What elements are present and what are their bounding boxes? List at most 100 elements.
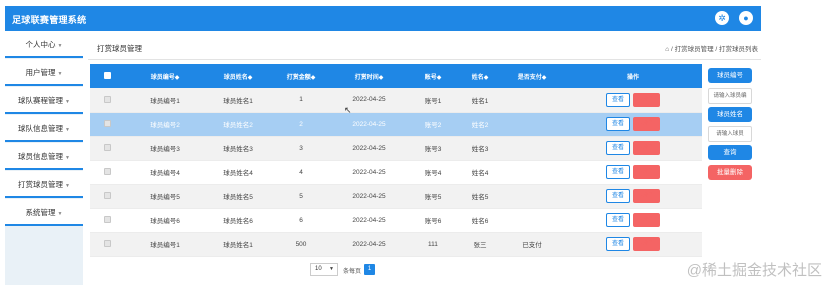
sidebar-item-team-schedule[interactable]: 球队赛程管理 ▼: [5, 87, 83, 114]
table-row[interactable]: 球员编号1 球员姓名1 500 2022-04-25 111 张三 已支付 查看…: [90, 232, 702, 257]
actions-cell: 查看 删除: [564, 208, 702, 233]
page-number-current[interactable]: 1: [364, 264, 375, 275]
cell: 球员编号1: [124, 88, 206, 113]
cell: 球员编号5: [124, 184, 206, 209]
row-checkbox[interactable]: [103, 240, 111, 248]
row-checkbox[interactable]: [103, 96, 111, 104]
delete-button[interactable]: 删除: [633, 141, 660, 155]
table-row[interactable]: 球员编号4 球员姓名4 4 2022-04-25 账号4 姓名4 查看 删除: [90, 160, 702, 185]
app-title: 足球联赛管理系统: [12, 15, 87, 25]
sidebar-item-player-info[interactable]: 球员信息管理 ▼: [5, 143, 83, 170]
cell: 张三: [460, 232, 500, 257]
column-header[interactable]: 打赏金额◆: [270, 64, 332, 88]
cell: 500: [270, 232, 332, 257]
page-header: 打赏球员管理 ⌂ / 打赏球员管理 / 打赏球员列表: [88, 35, 761, 59]
table-row[interactable]: 球员编号1 球员姓名1 1 2022-04-25 账号1 姓名1 查看 删除: [90, 88, 702, 113]
table-row[interactable]: 球员编号2 球员姓名2 2 2022-04-25 账号2 姓名2 查看 删除: [90, 112, 702, 137]
cell: 姓名5: [460, 184, 500, 209]
actions-cell: 查看 删除: [564, 88, 702, 113]
cell: 6: [270, 208, 332, 233]
row-select-cell: [90, 160, 124, 185]
page-size-value: 10: [315, 266, 322, 272]
view-button[interactable]: 查看: [606, 92, 630, 107]
column-header[interactable]: 打赏时间◆: [332, 64, 406, 88]
table-row[interactable]: 球员编号6 球员姓名6 6 2022-04-25 账号6 姓名6 查看 删除: [90, 208, 702, 233]
gear-icon[interactable]: ✲: [715, 11, 729, 25]
column-header[interactable]: 球员编号◆: [124, 64, 206, 88]
player-name-label: 球员姓名: [708, 107, 752, 122]
cell: 2022-04-25: [332, 208, 406, 233]
cell: 5: [270, 184, 332, 209]
row-checkbox[interactable]: [103, 144, 111, 152]
cell: 账号1: [406, 88, 460, 113]
cell: 球员编号2: [124, 112, 206, 137]
row-checkbox[interactable]: [103, 216, 111, 224]
delete-button[interactable]: 删除: [633, 92, 660, 107]
cell: 账号3: [406, 136, 460, 161]
view-button[interactable]: 查看: [606, 165, 630, 179]
delete-button[interactable]: 删除: [633, 117, 660, 131]
user-icon[interactable]: ●: [739, 11, 753, 25]
delete-button[interactable]: 删除: [633, 189, 660, 203]
view-button[interactable]: 查看: [606, 237, 630, 251]
cell: 球员姓名5: [206, 184, 270, 209]
cell: 2022-04-25: [332, 232, 406, 257]
cell: 账号5: [406, 184, 460, 209]
column-header[interactable]: 账号◆: [406, 64, 460, 88]
delete-button[interactable]: 删除: [633, 165, 660, 179]
cell: 姓名3: [460, 136, 500, 161]
view-button[interactable]: 查看: [606, 141, 630, 155]
row-checkbox[interactable]: [103, 120, 111, 128]
chevron-down-icon: ▼: [57, 43, 63, 49]
actions-cell: 查看 删除: [564, 136, 702, 161]
home-icon[interactable]: ⌂: [665, 46, 669, 53]
cell: 3: [270, 136, 332, 161]
table-header-row: 球员编号◆ 球员姓名◆ 打赏金额◆ 打赏时间◆ 账号◆ 姓名◆ 是否支付◆ 操作: [90, 64, 702, 88]
player-number-label: 球员编号: [708, 68, 752, 83]
sidebar-item-team-info[interactable]: 球队信息管理 ▼: [5, 115, 83, 142]
select-all-cell: [90, 64, 124, 88]
cell: 已支付: [500, 232, 564, 257]
cell: 2022-04-25: [332, 160, 406, 185]
cell: 111: [406, 232, 460, 257]
player-name-input[interactable]: 请输入球员: [708, 126, 752, 142]
row-checkbox[interactable]: [103, 168, 111, 176]
column-header[interactable]: 姓名◆: [460, 64, 500, 88]
chevron-down-icon: ▼: [65, 127, 70, 133]
cell: 1: [270, 88, 332, 113]
view-button[interactable]: 查看: [606, 117, 630, 131]
data-table: 球员编号◆ 球员姓名◆ 打赏金额◆ 打赏时间◆ 账号◆ 姓名◆ 是否支付◆ 操作…: [90, 64, 702, 258]
cell: 球员姓名1: [206, 88, 270, 113]
cell: 球员姓名1: [206, 232, 270, 257]
sidebar-item-label: 球队赛程管理: [18, 96, 64, 105]
sidebar-item-reward-player[interactable]: 打赏球员管理 ▼: [5, 171, 83, 198]
search-button[interactable]: 查询: [708, 145, 752, 160]
chevron-down-icon: ▼: [65, 155, 70, 161]
batch-delete-button[interactable]: 批量删除: [708, 165, 752, 180]
breadcrumb: ⌂ / 打赏球员管理 / 打赏球员列表: [665, 43, 758, 53]
sidebar-item-user-management[interactable]: 用户管理 ▼: [5, 59, 83, 86]
cell: [500, 136, 564, 161]
sidebar-item-personal-center[interactable]: 个人中心 ▼: [5, 31, 83, 58]
cell: 账号2: [406, 112, 460, 137]
watermark: @稀土掘金技术社区: [686, 262, 822, 279]
delete-button[interactable]: 删除: [633, 237, 660, 251]
player-number-input[interactable]: 请输入球员编: [708, 88, 752, 104]
view-button[interactable]: 查看: [606, 213, 630, 227]
select-all-checkbox[interactable]: [103, 72, 111, 80]
cell: 账号6: [406, 208, 460, 233]
table-row[interactable]: 球员编号3 球员姓名3 3 2022-04-25 账号3 姓名3 查看 删除: [90, 136, 702, 161]
column-header[interactable]: 球员姓名◆: [206, 64, 270, 88]
table-row[interactable]: 球员编号5 球员姓名5 5 2022-04-25 账号5 姓名5 查看 删除: [90, 184, 702, 209]
page-size-select[interactable]: 10 ▼: [310, 263, 338, 276]
cell: 球员编号4: [124, 160, 206, 185]
row-select-cell: [90, 88, 124, 113]
breadcrumb-text[interactable]: / 打赏球员管理 / 打赏球员列表: [671, 46, 758, 53]
chevron-down-icon: ▼: [57, 211, 63, 217]
view-button[interactable]: 查看: [606, 189, 630, 203]
column-header[interactable]: 是否支付◆: [500, 64, 564, 88]
header-divider: [88, 59, 761, 60]
delete-button[interactable]: 删除: [633, 213, 660, 227]
row-checkbox[interactable]: [103, 192, 111, 200]
sidebar-item-system[interactable]: 系统管理 ▼: [5, 199, 83, 226]
